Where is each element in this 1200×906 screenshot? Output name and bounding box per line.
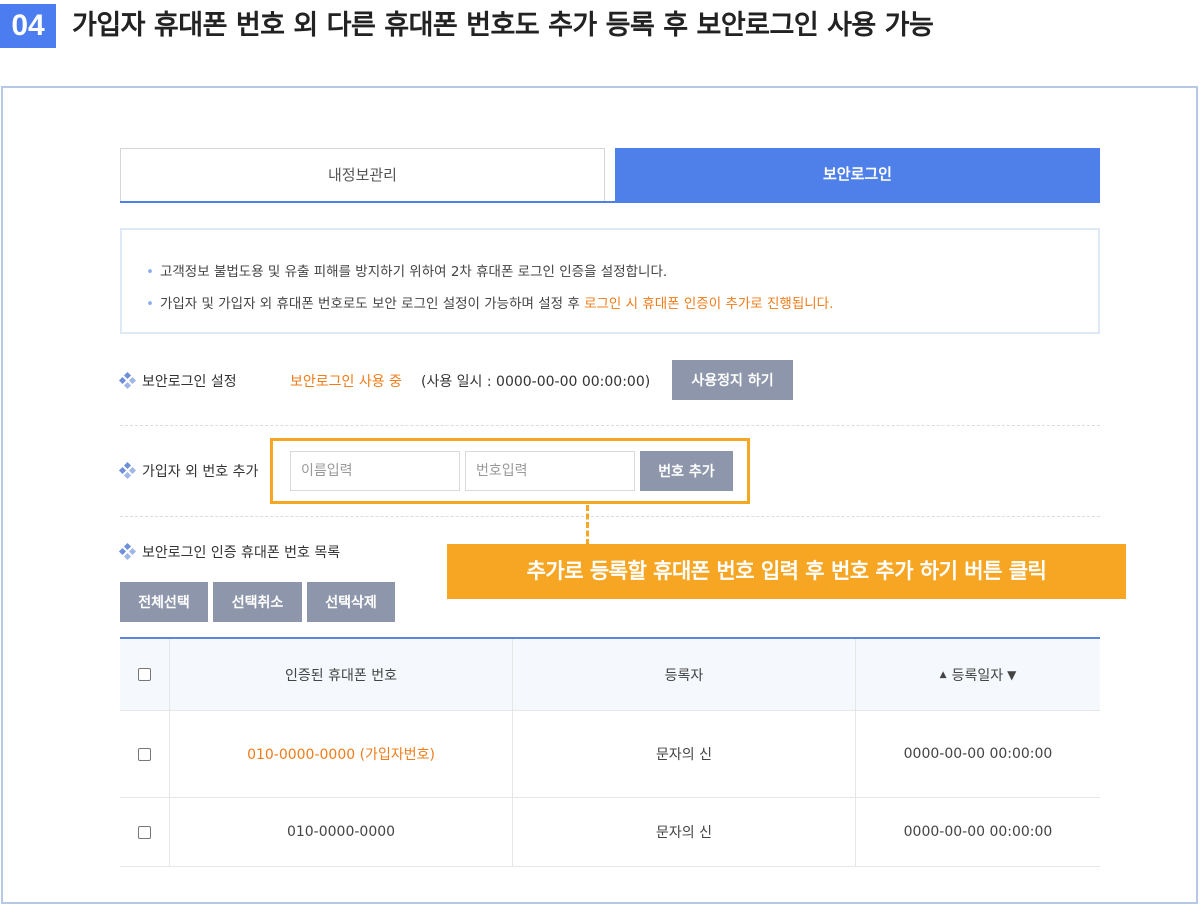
table-header-row: 인증된 휴대폰 번호 등록자 ▲ 등록일자 ▼ — [120, 639, 1100, 711]
row-date: 0000-00-00 00:00:00 — [855, 798, 1100, 866]
step-title: 가입자 휴대폰 번호 외 다른 휴대폰 번호도 추가 등록 후 보안로그인 사용… — [72, 10, 934, 41]
row-phone-number: 010-0000-0000 (가입자번호) — [169, 711, 512, 797]
step-number-badge: 04 — [0, 4, 56, 48]
diamond-bullet-icon — [118, 371, 137, 390]
secure-login-since: (사용 일시 : 0000-00-00 00:00:00) — [421, 374, 651, 390]
select-all-button[interactable]: 전체선택 — [120, 582, 208, 622]
notice-line-1: • 고객정보 불법도용 및 유출 피해를 방지하기 위하여 2차 휴대폰 로그인 … — [146, 256, 1098, 288]
phone-list-label-text: 보안로그인 인증 휴대폰 번호 목록 — [142, 545, 341, 561]
header-date-label: 등록일자 — [951, 667, 1004, 684]
delete-selected-button[interactable]: 선택삭제 — [307, 582, 395, 622]
diamond-bullet-icon — [118, 542, 137, 561]
notice-box: • 고객정보 불법도용 및 유출 피해를 방지하기 위하여 2차 휴대폰 로그인 … — [120, 228, 1100, 334]
header-date[interactable]: ▲ 등록일자 ▼ — [855, 639, 1100, 710]
phone-list-label: 보안로그인 인증 휴대폰 번호 목록 — [118, 542, 341, 562]
stop-use-button[interactable]: 사용정지 하기 — [672, 360, 793, 400]
add-number-button[interactable]: 번호 추가 — [640, 451, 733, 491]
phone-table: 인증된 휴대폰 번호 등록자 ▲ 등록일자 ▼ 010-0000-0000 (가입자… — [120, 637, 1100, 867]
row-checkbox[interactable] — [138, 825, 151, 839]
secure-login-setting-label: 보안로그인 설정 — [118, 371, 237, 391]
notice-highlight: 로그인 시 휴대폰 인증이 추가로 진행됩니다. — [584, 296, 834, 312]
add-number-label: 가입자 외 번호 추가 — [118, 461, 259, 481]
name-input[interactable] — [290, 451, 460, 491]
table-row: 010-0000-0000 문자의 신 0000-00-00 00:00:00 — [120, 798, 1100, 867]
divider — [120, 516, 1100, 517]
tab-bar: 내정보관리 보안로그인 — [120, 148, 1100, 203]
tab-my-info[interactable]: 내정보관리 — [120, 148, 605, 201]
divider — [120, 425, 1100, 426]
header-phone: 인증된 휴대폰 번호 — [169, 639, 512, 710]
row-date: 0000-00-00 00:00:00 — [855, 711, 1100, 797]
secure-login-label-text: 보안로그인 설정 — [142, 374, 237, 390]
number-input[interactable] — [465, 451, 635, 491]
table-row: 010-0000-0000 (가입자번호) 문자의 신 0000-00-00 0… — [120, 711, 1100, 798]
deselect-button[interactable]: 선택취소 — [213, 582, 302, 622]
row-checkbox[interactable] — [138, 747, 151, 761]
sort-asc-icon[interactable]: ▲ — [940, 670, 947, 680]
row-phone-number: 010-0000-0000 — [169, 798, 512, 866]
notice-text-1: 고객정보 불법도용 및 유출 피해를 방지하기 위하여 2차 휴대폰 로그인 인… — [159, 264, 668, 280]
row-checkbox-cell — [120, 798, 169, 866]
notice-line-2: • 가입자 및 가입자 외 휴대폰 번호로도 보안 로그인 설정이 가능하며 설정… — [146, 288, 1098, 320]
add-number-label-text: 가입자 외 번호 추가 — [142, 464, 259, 480]
header-checkbox-cell — [120, 639, 169, 710]
row-registrant: 문자의 신 — [512, 711, 855, 797]
tab-secure-login[interactable]: 보안로그인 — [615, 148, 1100, 201]
bullet: • — [146, 264, 154, 280]
row-checkbox-cell — [120, 711, 169, 797]
notice-text-2: 가입자 및 가입자 외 휴대폰 번호로도 보안 로그인 설정이 가능하며 설정 … — [159, 296, 585, 312]
secure-login-status: 보안로그인 사용 중 — [290, 374, 402, 390]
step-header: 04 가입자 휴대폰 번호 외 다른 휴대폰 번호도 추가 등록 후 보안로그인… — [0, 0, 1200, 60]
instruction-callout: 추가로 등록할 휴대폰 번호 입력 후 번호 추가 하기 버튼 클릭 — [447, 544, 1126, 599]
bullet: • — [146, 296, 154, 312]
sort-desc-icon[interactable]: ▼ — [1007, 668, 1016, 682]
callout-connector — [586, 505, 589, 545]
header-registrant: 등록자 — [512, 639, 855, 710]
diamond-bullet-icon — [118, 461, 137, 480]
row-registrant: 문자의 신 — [512, 798, 855, 866]
header-checkbox[interactable] — [138, 668, 151, 681]
